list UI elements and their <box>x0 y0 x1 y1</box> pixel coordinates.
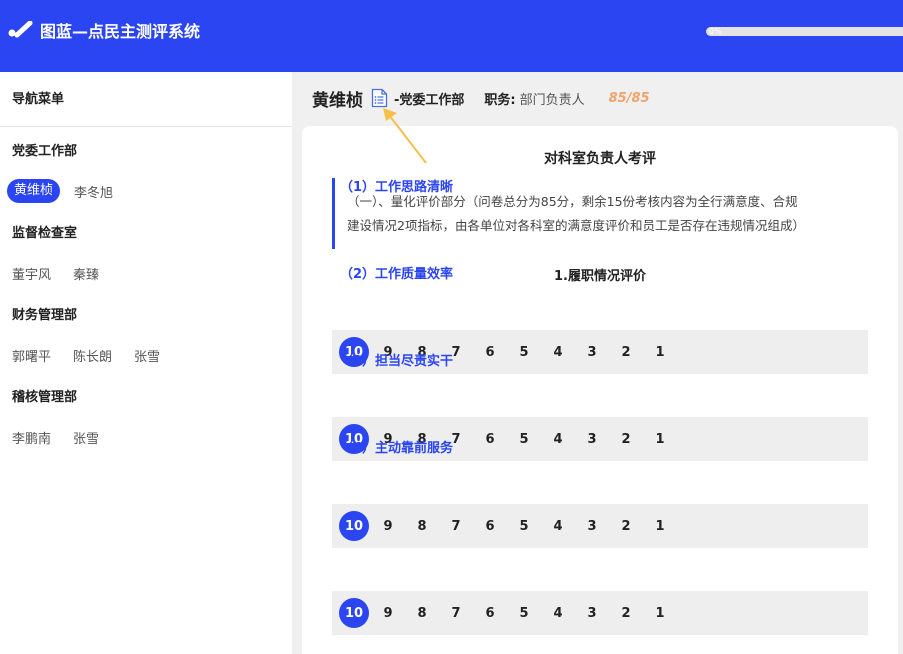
rating-option[interactable]: 2 <box>611 598 641 628</box>
person-item[interactable]: 张雪 <box>73 428 99 447</box>
rating-option[interactable]: 10 <box>339 511 369 541</box>
rating-option[interactable]: 5 <box>509 598 539 628</box>
rating-option[interactable]: 4 <box>543 598 573 628</box>
rating-option[interactable]: 3 <box>577 598 607 628</box>
dept-group: 稽核管理部 李鹏南 张雪 <box>0 388 292 449</box>
rating-option[interactable]: 3 <box>577 424 607 454</box>
rating-option[interactable]: 9 <box>373 598 403 628</box>
rating-option[interactable]: 2 <box>611 511 641 541</box>
person-item[interactable]: 陈长朗 <box>73 346 112 365</box>
question-label: （4）主动靠前服务 <box>340 441 454 456</box>
rating-option[interactable]: 2 <box>611 337 641 367</box>
rating-option[interactable]: 5 <box>509 424 539 454</box>
progress-text: 0% <box>709 27 722 36</box>
app-header: 图蓝—点民主测评系统 0% <box>0 0 903 72</box>
app-title: 图蓝—点民主测评系统 <box>40 22 201 41</box>
dept-name: 监督检查室 <box>12 226 78 241</box>
rating-option[interactable]: 6 <box>475 598 505 628</box>
progress-bar: 0% <box>706 27 903 36</box>
rating-row: 10 9 8 7 6 5 4 3 2 1 <box>332 591 868 635</box>
document-list-icon[interactable] <box>371 88 388 108</box>
arrow-pointer-icon <box>383 108 427 164</box>
dept-name: 稽核管理部 <box>12 390 78 405</box>
note-line: 建设情况2项指标，由各单位对各科室的满意度评价和员工是否存在违规情况组成） <box>347 218 805 233</box>
rating-option[interactable]: 6 <box>475 511 505 541</box>
person-item[interactable]: 张雪 <box>134 346 160 365</box>
rating-option[interactable]: 10 <box>339 598 369 628</box>
rating-option[interactable]: 4 <box>543 337 573 367</box>
rating-option[interactable]: 8 <box>407 598 437 628</box>
rating-option[interactable]: 4 <box>543 424 573 454</box>
rating-row: 10 9 8 7 6 5 4 3 2 1 <box>332 504 868 548</box>
rating-option[interactable]: 6 <box>475 337 505 367</box>
person-item[interactable]: 秦臻 <box>73 264 99 283</box>
dept-group: 党委工作部 黄维桢 李冬旭 <box>0 142 292 203</box>
employee-name: 黄维桢 <box>312 90 363 111</box>
app-logo: 图蓝—点民主测评系统 <box>8 18 200 42</box>
dept-group: 财务管理部 郭曙平 陈长朗 张雪 <box>0 306 292 367</box>
rating-option[interactable]: 6 <box>475 424 505 454</box>
dept-group: 监督检查室 董宇风 秦臻 <box>0 224 292 285</box>
person-item[interactable]: 董宇风 <box>12 264 51 283</box>
person-item[interactable]: 李冬旭 <box>74 182 113 201</box>
dept-name: 党委工作部 <box>12 144 78 159</box>
rating-option[interactable]: 5 <box>509 511 539 541</box>
job-label: 职务: <box>484 92 516 108</box>
person-item[interactable]: 郭曙平 <box>12 346 51 365</box>
evaluation-card: 对科室负责人考评 （一）、量化评价部分（问卷总分为85分，剩余15份考核内容为全… <box>302 126 898 654</box>
rating-option[interactable]: 1 <box>645 598 675 628</box>
rating-option[interactable]: 8 <box>407 511 437 541</box>
question-label: （2）工作质量效率 <box>340 267 454 282</box>
rating-option[interactable]: 1 <box>645 337 675 367</box>
rating-option[interactable]: 3 <box>577 511 607 541</box>
rating-option[interactable]: 4 <box>543 511 573 541</box>
rating-option[interactable]: 7 <box>441 511 471 541</box>
dept-name: 财务管理部 <box>12 308 78 323</box>
nav-menu-title: 导航菜单 <box>0 72 292 127</box>
person-item[interactable]: 李鹏南 <box>12 428 51 447</box>
rating-option[interactable]: 3 <box>577 337 607 367</box>
question-label: （3）担当尽责实干 <box>340 354 454 369</box>
rating-option[interactable]: 2 <box>611 424 641 454</box>
employee-header: 黄维桢 -党委工作部 职务: 部门负责人 85/85 <box>312 84 650 112</box>
rating-option[interactable]: 9 <box>373 511 403 541</box>
rating-option[interactable]: 5 <box>509 337 539 367</box>
sidebar: 导航菜单 党委工作部 黄维桢 李冬旭 监督检查室 董宇风 秦臻 财务管理部 郭曙… <box>0 72 292 654</box>
rating-option[interactable]: 1 <box>645 511 675 541</box>
rating-option[interactable]: 7 <box>441 598 471 628</box>
person-item[interactable]: 黄维桢 <box>7 179 61 203</box>
employee-dept: -党委工作部 <box>394 92 465 108</box>
job-value: 部门负责人 <box>519 92 585 108</box>
rating-option[interactable]: 1 <box>645 424 675 454</box>
question-label: （1）工作思路清晰 <box>340 180 454 195</box>
check-mark-icon <box>8 21 33 38</box>
employee-score: 85/85 <box>608 90 650 106</box>
